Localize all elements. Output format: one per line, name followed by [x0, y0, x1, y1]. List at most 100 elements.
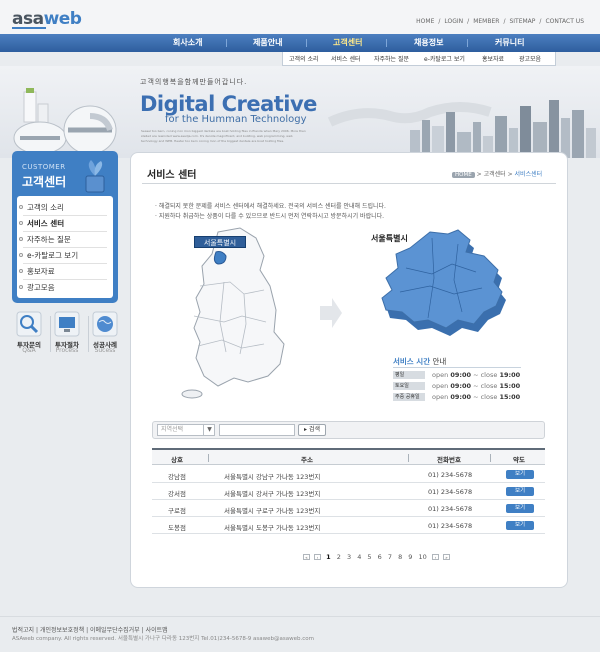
search-button-label: 검색 — [308, 426, 320, 433]
sidebar-item-ads[interactable]: 광고모음 — [27, 282, 111, 293]
description-line: · 해결되지 못한 문제를 서비스 센터에서 해결하세요. 전국의 서비스 센터… — [155, 203, 386, 210]
breadcrumb: HOME > 고객센터 > 서비스센터 — [452, 169, 542, 178]
col-map: 약도 — [513, 456, 525, 464]
subnav-faq[interactable]: 자주하는 질문 — [374, 54, 409, 63]
footer-privacy-link[interactable]: 개인정보보호정책 — [40, 627, 84, 634]
banner-subtitle: for the Humman Technology — [165, 114, 307, 125]
subnav-service-center[interactable]: 서비스 센터 — [331, 54, 361, 63]
subnav-catalog[interactable]: e-카탈로그 보기 — [424, 54, 465, 63]
util-login[interactable]: LOGIN — [444, 18, 463, 25]
util-home[interactable]: HOME — [416, 18, 434, 25]
globe-icon[interactable] — [92, 311, 118, 337]
global-nav: 회사소개 제품안내 고객센터 채용정보 커뮤니티 — [0, 34, 600, 52]
subnav-voice[interactable]: 고객의 소리 — [289, 54, 319, 63]
footer-sep: | — [36, 627, 39, 634]
hours-title-rest: 안내 — [430, 357, 447, 366]
hours-label-weekday: 평일 — [393, 371, 425, 379]
gnb-products[interactable]: 제품안내 — [253, 37, 282, 48]
footer-email-policy-link[interactable]: 이메일무단수집거부 — [90, 627, 140, 634]
big-e-graphic-icon — [13, 88, 117, 155]
logo-web: web — [43, 9, 82, 29]
page-number[interactable]: 6 — [378, 553, 382, 561]
page-number[interactable]: 10 — [419, 553, 427, 561]
col-address: 주소 — [301, 456, 313, 464]
view-map-button[interactable]: 보기 — [506, 504, 534, 513]
divider — [490, 454, 491, 462]
page-number[interactable]: 1 — [326, 553, 331, 561]
breadcrumb-home[interactable]: HOME — [452, 172, 475, 178]
util-sep: / — [467, 18, 470, 25]
util-sep: / — [438, 18, 441, 25]
breadcrumb-current: 서비스센터 — [514, 171, 543, 178]
chevron-down-icon[interactable]: ▼ — [203, 424, 215, 436]
cell-name: 강남점 — [168, 473, 186, 481]
seoul-map-icon[interactable] — [376, 228, 520, 340]
divider — [142, 183, 556, 184]
gnb-community[interactable]: 커뮤니티 — [495, 37, 524, 48]
page-number[interactable]: 8 — [398, 553, 402, 561]
page-number[interactable]: 5 — [367, 553, 371, 561]
table-row — [152, 466, 545, 483]
magnifier-icon[interactable] — [16, 311, 42, 337]
gnb-sep — [467, 39, 468, 47]
util-contact[interactable]: CONTACT US — [545, 18, 584, 25]
gnb-company[interactable]: 회사소개 — [173, 37, 202, 48]
prev-page-button[interactable]: ‹ — [314, 554, 322, 560]
monitor-icon[interactable] — [54, 311, 80, 337]
page-number[interactable]: 4 — [357, 553, 361, 561]
gnb-recruit[interactable]: 채용정보 — [414, 37, 443, 48]
view-map-button[interactable]: 보기 — [506, 487, 534, 496]
table-row — [152, 483, 545, 500]
breadcrumb-sep: > — [476, 171, 482, 178]
footer-sep: | — [141, 627, 144, 634]
cell-name: 구로점 — [168, 507, 186, 515]
search-input[interactable] — [219, 424, 295, 436]
city-skyline-icon — [327, 100, 596, 158]
pagination: « ‹ 1 2 3 4 5 6 7 8 9 10 › » — [302, 553, 451, 561]
gnb-sep — [226, 39, 227, 47]
page-number[interactable]: 9 — [408, 553, 412, 561]
banner-title: Digital Creative — [140, 92, 317, 116]
sidebar-item-voice[interactable]: 고객의 소리 — [27, 202, 111, 213]
hours-holiday: open 09:00 ~ close 15:00 — [432, 393, 521, 401]
next-page-button[interactable]: › — [431, 554, 439, 560]
sidebar-item-pr[interactable]: 홍보자료 — [27, 266, 111, 277]
bullet-icon — [19, 253, 23, 257]
page-number[interactable]: 3 — [347, 553, 351, 561]
cell-name: 강서점 — [168, 490, 186, 498]
hours-title-bold: 서비스 시간 — [393, 357, 431, 366]
quick-qa-sub: Q&A — [22, 347, 36, 354]
site-logo[interactable]: asaweb — [12, 9, 82, 29]
korea-map-icon[interactable] — [178, 226, 296, 404]
subnav-pr[interactable]: 홍보자료 — [482, 54, 504, 63]
footer-sep: | — [86, 627, 89, 634]
view-map-button[interactable]: 보기 — [506, 521, 534, 530]
table-row — [152, 517, 545, 534]
view-map-button[interactable]: 보기 — [506, 470, 534, 479]
region-tag: 서울특별시 — [194, 236, 246, 248]
sidebar-item-faq[interactable]: 자주하는 질문 — [27, 234, 111, 245]
search-button[interactable]: ▸ 검색 — [298, 424, 326, 436]
first-page-button[interactable]: « — [303, 554, 310, 560]
footer-sitemap-link[interactable]: 사이트맵 — [146, 627, 168, 634]
subnav-ads[interactable]: 광고모음 — [519, 54, 541, 63]
divider — [23, 247, 107, 248]
banner-tagline: 고객의행복을함께만들어갑니다. — [140, 78, 248, 86]
footer-copyright: ASAweb company. All rights reserved. 서울특… — [12, 636, 315, 642]
page-number[interactable]: 7 — [388, 553, 392, 561]
sidebar-item-catalog[interactable]: e-카탈로그 보기 — [27, 250, 111, 261]
bullet-icon — [19, 237, 23, 241]
util-member[interactable]: MEMBER — [473, 18, 499, 25]
footer-legal-link[interactable]: 법적고지 — [12, 627, 34, 634]
close-word: close — [480, 393, 498, 401]
gnb-customer[interactable]: 고객센터 — [333, 37, 362, 48]
breadcrumb-item[interactable]: 고객센터 — [484, 171, 506, 178]
sidebar-item-service-center[interactable]: 서비스 센터 — [27, 218, 111, 229]
description-line: · 지원하다 취급하는 상품이 다를 수 있으므로 반드시 먼저 연락하시고 방… — [155, 213, 385, 220]
cell-tel: 01) 234-5678 — [428, 471, 473, 479]
last-page-button[interactable]: » — [442, 554, 450, 560]
divider — [208, 454, 209, 462]
util-sitemap[interactable]: SITEMAP — [509, 18, 535, 25]
page-number[interactable]: 2 — [337, 553, 341, 561]
divider — [23, 215, 107, 216]
